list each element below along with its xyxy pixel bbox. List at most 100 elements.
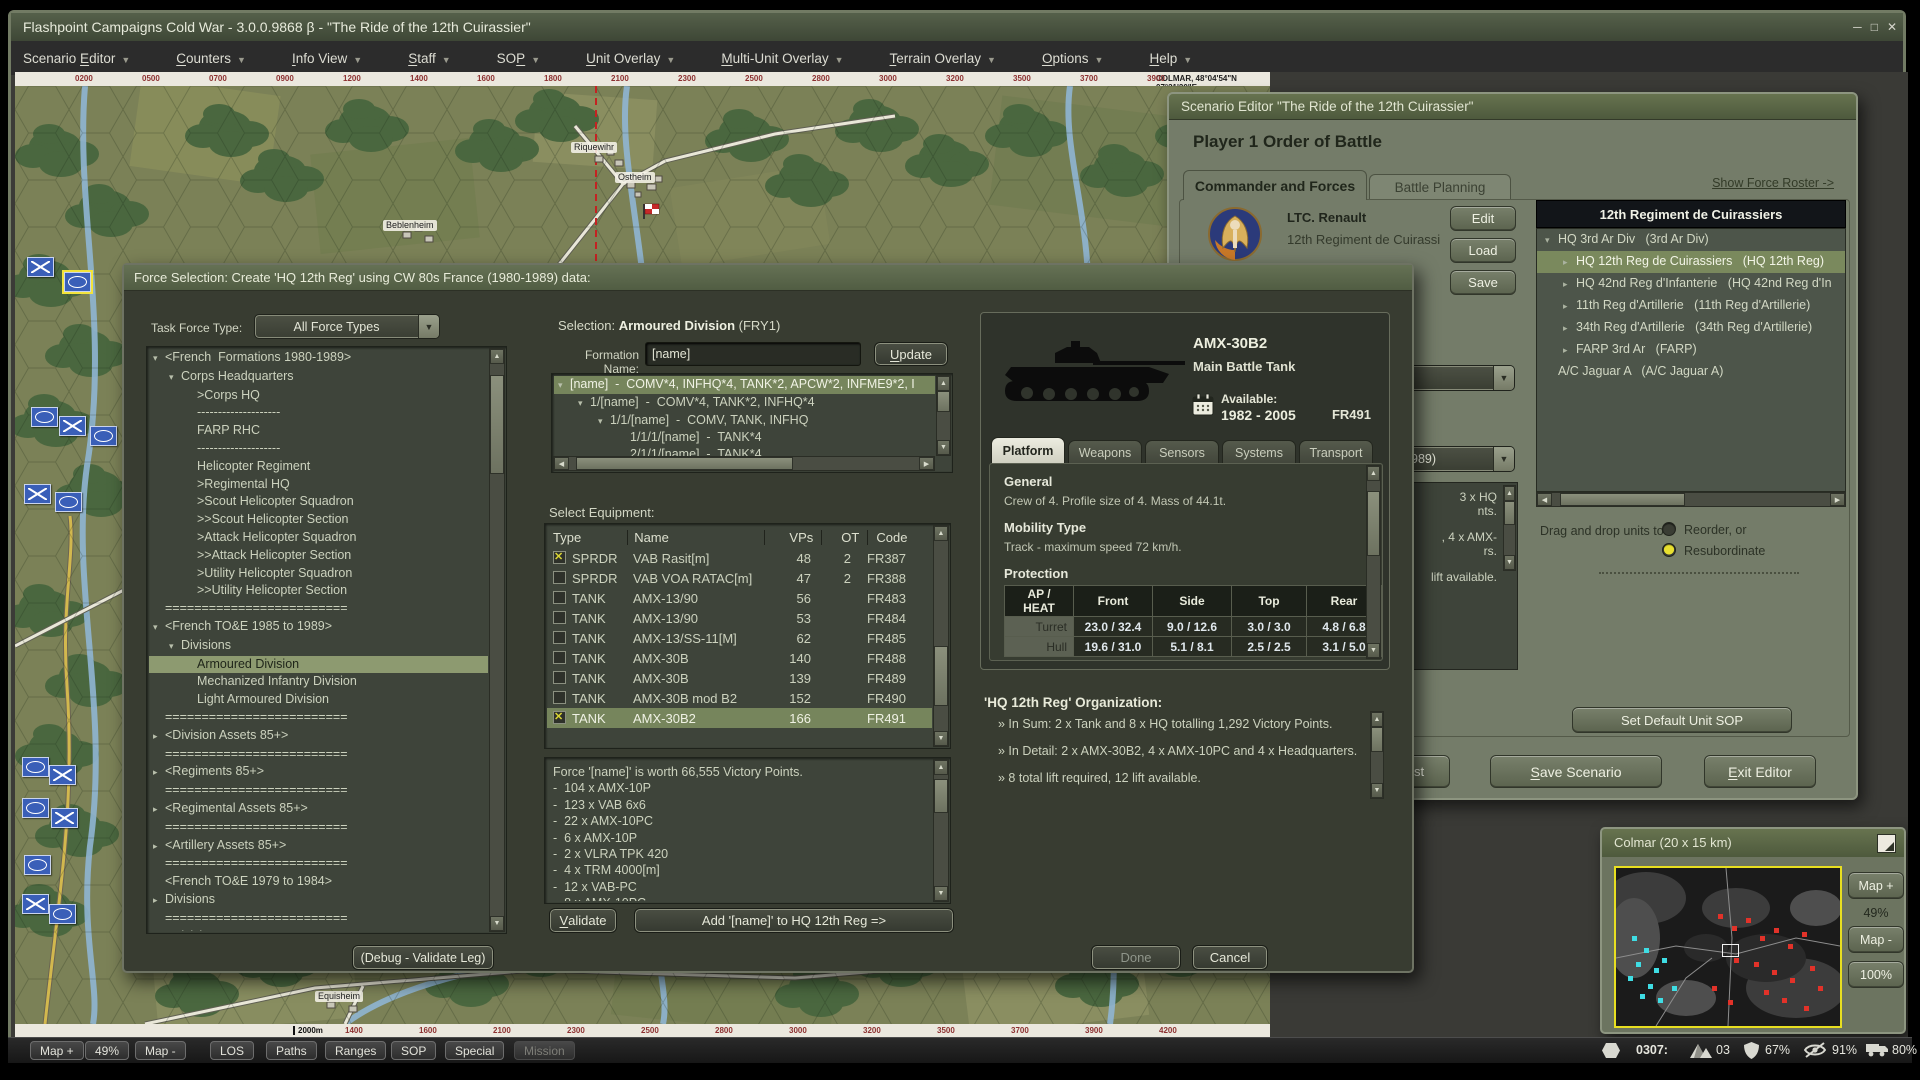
tree-expand-icon[interactable]: ▸ [153, 728, 165, 746]
library-tree-item[interactable]: Armoured Division [149, 656, 488, 674]
status-bar-button[interactable]: LOS [210, 1041, 254, 1060]
equipment-checkbox[interactable] [553, 711, 566, 724]
unit-counter[interactable] [49, 765, 76, 785]
force-tree-item[interactable]: ▸11th Reg d'Artillerie (11th Reg d'Artil… [1537, 295, 1845, 317]
window-control-icon[interactable]: □ [1871, 20, 1878, 34]
library-tree-item[interactable]: ▾<French Formations 1980-1989> [149, 349, 488, 368]
scrollbar[interactable]: ▲▼ [1503, 485, 1516, 571]
unit-counter[interactable] [24, 484, 51, 504]
add-formation-button[interactable]: Add '[name]' to HQ 12th Reg => [634, 908, 954, 933]
radio-option[interactable]: Reorder, or [1662, 522, 1765, 537]
status-bar-button[interactable]: Map + [30, 1041, 84, 1060]
menu-item[interactable]: Counters▼ [176, 51, 246, 66]
show-force-roster-link[interactable]: Show Force Roster -> [1712, 176, 1834, 190]
library-tree-item[interactable]: ▸Divisions [149, 891, 488, 910]
library-tree-item[interactable]: >>Scout Helicopter Section [149, 511, 488, 529]
formation-name-input[interactable]: [name] [645, 342, 861, 366]
save-button[interactable]: Save [1450, 270, 1516, 295]
library-tree-item[interactable]: >>Utility Helicopter Section [149, 582, 488, 600]
tree-expand-icon[interactable]: ▾ [578, 395, 590, 412]
unit-counter[interactable] [51, 808, 78, 828]
tree-expand-icon[interactable]: ▸ [1563, 318, 1576, 339]
library-tree-item[interactable]: >>Attack Helicopter Section [149, 547, 488, 565]
equipment-checkbox[interactable] [553, 611, 566, 624]
unit-counter[interactable] [22, 798, 49, 818]
equipment-row[interactable]: TANK AMX-13/90 53 FR484 [547, 608, 932, 628]
force-tree-hscrollbar[interactable]: ◀▶ [1536, 492, 1846, 507]
equipment-row[interactable]: TANK AMX-13/90 56 FR483 [547, 588, 932, 608]
unit-counter[interactable] [24, 855, 51, 875]
library-tree-item[interactable]: >Attack Helicopter Squadron [149, 529, 488, 547]
collapse-icon[interactable] [1877, 834, 1896, 853]
library-tree-item[interactable]: ▾<French TO&E 1985 to 1989> [149, 618, 488, 637]
minimap-zoom-out-button[interactable]: Map - [1848, 926, 1904, 953]
obscured-dropdown-2[interactable]: 989)▼ [1406, 446, 1515, 472]
tab-commander-and-forces[interactable]: Commander and Forces [1183, 170, 1367, 200]
unit-counter[interactable] [90, 426, 117, 446]
library-tree-item[interactable]: ========================= [149, 746, 488, 764]
equipment-row[interactable]: TANK AMX-30B mod B2 152 FR490 [547, 688, 932, 708]
equipment-row[interactable]: SPRDR VAB VOA RATAC[m] 47 2 FR388 [547, 568, 932, 588]
cancel-button[interactable]: Cancel [1192, 945, 1268, 970]
formation-tree-item[interactable]: ▾1/[name] - COMV*4, TANK*2, INFHQ*4 [554, 394, 935, 412]
library-scrollbar[interactable]: ▲▼ [489, 348, 505, 932]
minimap-thumbnail[interactable] [1614, 866, 1842, 1028]
tree-expand-icon[interactable]: ▸ [1563, 252, 1576, 273]
menu-item[interactable]: Info View▼ [292, 51, 362, 66]
validate-button[interactable]: Validate [549, 908, 617, 933]
unit-counter[interactable] [22, 757, 49, 777]
tree-expand-icon[interactable]: ▸ [1563, 340, 1576, 361]
library-tree-item[interactable]: ▸<Regimental Assets 85+> [149, 800, 488, 819]
status-bar-button[interactable]: Paths [266, 1041, 317, 1060]
library-tree-item[interactable]: Helicopter Regiment [149, 458, 488, 476]
tree-expand-icon[interactable]: ▸ [153, 929, 165, 932]
menu-item[interactable]: Scenario Editor▼ [23, 51, 130, 66]
library-tree-item[interactable]: Light Armoured Division [149, 691, 488, 709]
force-tree-item[interactable]: ▸HQ 12th Reg de Cuirassiers (HQ 12th Reg… [1537, 251, 1845, 273]
tree-expand-icon[interactable]: ▾ [153, 350, 165, 368]
menu-item[interactable]: Terrain Overlay▼ [890, 51, 996, 66]
formation-tree-item[interactable]: ▾1/1/[name] - COMV, TANK, INFHQ [554, 412, 935, 430]
status-bar-button[interactable]: Mission [514, 1041, 575, 1060]
debug-validate-button[interactable]: (Debug - Validate Leg) [352, 945, 494, 970]
summary-scrollbar[interactable]: ▲▼ [933, 759, 949, 902]
tree-expand-icon[interactable]: ▸ [1563, 296, 1576, 317]
library-tree-item[interactable]: ▸<Division Assets 85+> [149, 727, 488, 746]
minimap-full-zoom-button[interactable]: 100% [1848, 961, 1904, 988]
library-tree-item[interactable]: <French TO&E 1979 to 1984> [149, 873, 488, 891]
detail-tab[interactable]: Transport [1299, 440, 1373, 464]
unit-counter[interactable] [55, 492, 82, 512]
library-tree-item[interactable]: ========================= [149, 600, 488, 618]
unit-counter[interactable] [22, 894, 49, 914]
scenario-panel-title[interactable]: Scenario Editor "The Ride of the 12th Cu… [1169, 94, 1856, 120]
library-tree-item[interactable]: ========================= [149, 709, 488, 727]
set-default-unit-sop-button[interactable]: Set Default Unit SOP [1572, 707, 1792, 733]
unit-counter[interactable] [27, 257, 54, 277]
edit-button[interactable]: Edit [1450, 206, 1516, 231]
force-tree-item[interactable]: ▾HQ 3rd Ar Div (3rd Ar Div) [1537, 229, 1845, 251]
minimap-title[interactable]: Colmar (20 x 15 km) [1602, 829, 1904, 857]
status-bar-button[interactable]: SOP [391, 1041, 436, 1060]
library-tree-item[interactable]: Mechanized Infantry Division [149, 673, 488, 691]
tree-expand-icon[interactable]: ▾ [169, 638, 181, 656]
tree-expand-icon[interactable]: ▾ [1545, 230, 1558, 251]
structure-hscrollbar[interactable]: ◀▶ [553, 456, 935, 471]
library-tree-item[interactable]: >Utility Helicopter Squadron [149, 565, 488, 583]
tree-expand-icon[interactable]: ▸ [153, 892, 165, 910]
library-tree-item[interactable]: ▾Divisions [149, 637, 488, 656]
menu-item[interactable]: Multi-Unit Overlay▼ [721, 51, 843, 66]
minimap-zoom-in-button[interactable]: Map + [1848, 872, 1904, 899]
tree-expand-icon[interactable]: ▸ [153, 764, 165, 782]
detail-tab[interactable]: Systems [1222, 440, 1296, 464]
equipment-row[interactable]: TANK AMX-13/SS-11[M] 62 FR485 [547, 628, 932, 648]
equipment-checkbox[interactable] [553, 631, 566, 644]
menu-item[interactable]: Options▼ [1042, 51, 1103, 66]
unit-counter[interactable] [64, 272, 91, 292]
status-bar-button[interactable]: Ranges [325, 1041, 386, 1060]
library-tree-item[interactable]: ========================= [149, 855, 488, 873]
status-bar-button[interactable]: Map - [135, 1041, 186, 1060]
detail-tab[interactable]: Platform [991, 437, 1065, 464]
menu-item[interactable]: Unit Overlay▼ [586, 51, 675, 66]
library-tree-item[interactable]: ▸<Artillery Assets 85+> [149, 837, 488, 856]
detail-scrollbar[interactable]: ▲▼ [1366, 465, 1381, 659]
